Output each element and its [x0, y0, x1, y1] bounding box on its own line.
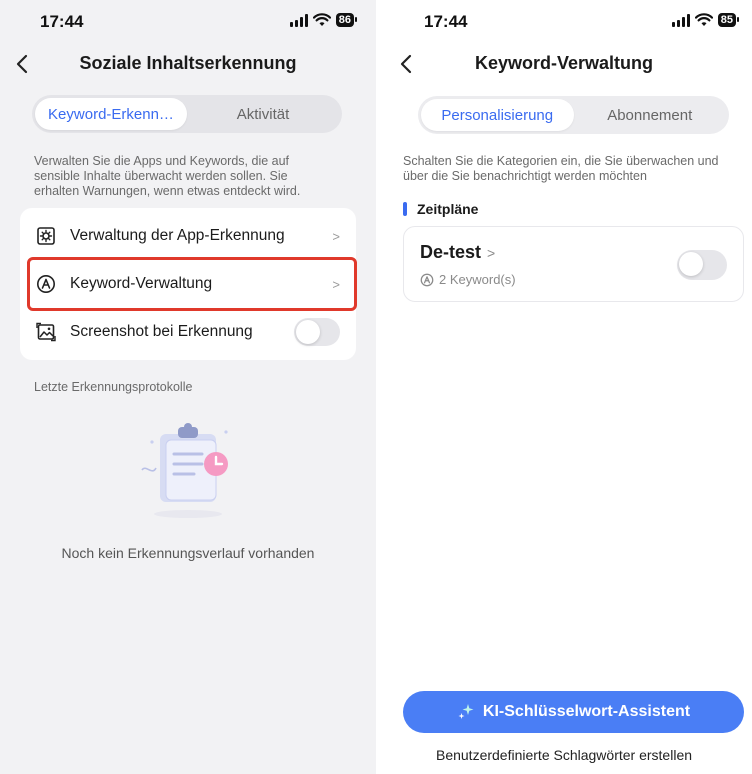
- assistant-button-label: KI-Schlüsselwort-Assistent: [482, 703, 691, 720]
- tab-personalisierung[interactable]: Personalisierung: [421, 99, 574, 131]
- screenshot-toggle[interactable]: [294, 318, 340, 346]
- logs-section-label: Letzte Erkennungsprotokolle: [34, 380, 193, 394]
- left-screen: 17:44 86 Soziale Inhaltserkennung Keywor…: [0, 0, 376, 774]
- status-icons: 85: [671, 13, 740, 27]
- keyword-a-icon: [420, 273, 434, 286]
- keyword-count-text: 2 Keyword(s): [439, 272, 516, 287]
- status-icons: 86: [289, 13, 358, 27]
- tab-abonnement[interactable]: Abonnement: [574, 99, 727, 131]
- sparkle-icon: [458, 704, 474, 719]
- screenshot-row: Screenshot bei Erkennung: [20, 308, 356, 356]
- chevron-right-icon: >: [487, 244, 496, 261]
- page-description: Verwalten Sie die Apps und Keywords, die…: [34, 154, 301, 198]
- wifi-icon: [312, 13, 331, 26]
- status-bar: 17:44 86: [0, 0, 376, 44]
- segmented-tabs: Personalisierung Abonnement: [418, 96, 729, 134]
- empty-clipboard-icon: [141, 423, 228, 518]
- app-detection-label: Verwaltung der App-Erkennung: [70, 227, 285, 244]
- keyword-count: 2 Keyword(s): [420, 272, 516, 287]
- gear-icon: [36, 226, 56, 246]
- page-title: Keyword-Verwaltung: [474, 53, 654, 73]
- accent-bar: [403, 202, 407, 216]
- status-bar: 17:44 85: [376, 0, 752, 44]
- signal-icon: [671, 13, 690, 27]
- segmented-tabs: Keyword-Erkenn… Aktivität: [32, 95, 342, 133]
- tab-keyword-erkennung[interactable]: Keyword-Erkenn…: [35, 98, 187, 130]
- app-detection-row[interactable]: Verwaltung der App-Erkennung >: [20, 212, 356, 260]
- ai-keyword-assistant-button[interactable]: KI-Schlüsselwort-Assistent: [403, 691, 744, 733]
- schedule-toggle[interactable]: [677, 250, 727, 280]
- keyword-management-row[interactable]: Keyword-Verwaltung >: [20, 260, 356, 308]
- nav-bar: Soziale Inhaltserkennung: [0, 46, 376, 82]
- page-description: Schalten Sie die Kategorien ein, die Sie…: [403, 154, 719, 183]
- empty-state-text: Noch kein Erkennungsverlauf vorhanden: [61, 545, 315, 561]
- settings-card: Verwaltung der App-Erkennung > Keyword-V…: [20, 208, 356, 360]
- battery-icon: 86: [335, 13, 358, 27]
- schedules-label: Zeitpläne: [417, 201, 479, 217]
- chevron-right-icon: >: [332, 276, 340, 292]
- nav-bar: Keyword-Verwaltung: [376, 46, 752, 82]
- schedule-name-link[interactable]: De-test >: [420, 242, 495, 263]
- screenshot-label: Screenshot bei Erkennung: [70, 323, 253, 340]
- battery-icon: 85: [717, 13, 740, 27]
- status-time: 17:44: [40, 12, 84, 31]
- schedule-card: De-test > 2 Keyword(s): [403, 226, 744, 302]
- schedules-heading: Zeitpläne: [403, 201, 478, 217]
- chevron-right-icon: >: [332, 228, 340, 244]
- status-time: 17:44: [424, 12, 468, 31]
- page-title: Soziale Inhaltserkennung: [79, 53, 297, 73]
- schedule-name: De-test: [420, 242, 482, 262]
- wifi-icon: [694, 13, 713, 26]
- screenshot-icon: [36, 322, 56, 342]
- keyword-a-icon: [36, 274, 56, 294]
- keyword-management-label: Keyword-Verwaltung: [70, 275, 213, 292]
- create-custom-keywords-link[interactable]: Benutzerdefinierte Schlagwörter erstelle…: [376, 747, 752, 763]
- signal-icon: [289, 13, 308, 27]
- tab-aktivitaet[interactable]: Aktivität: [187, 98, 339, 130]
